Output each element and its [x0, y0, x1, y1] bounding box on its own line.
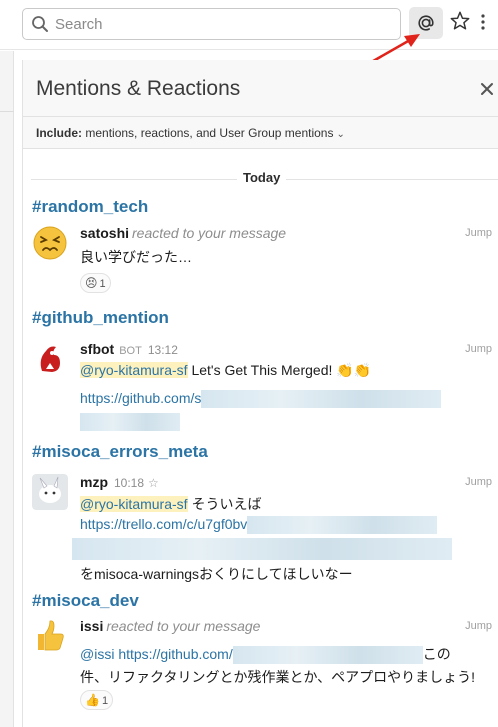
message-line: @issi https://github.com/この: [80, 644, 451, 665]
mentions-button[interactable]: [409, 7, 443, 39]
starred-button[interactable]: [449, 10, 473, 36]
mention-item[interactable]: issi reacted to your message Jump @issi h…: [32, 618, 498, 718]
reaction-pill[interactable]: 👍 1: [80, 690, 114, 710]
message-text: 良い学びだった…: [80, 249, 192, 265]
chevron-down-icon: ⌄: [336, 129, 345, 140]
message-line: @ryo-kitamura-sf そういえば: [80, 494, 261, 514]
at-sign-icon: [418, 15, 434, 31]
user-name[interactable]: mzp: [80, 474, 108, 490]
channel-link-random-tech[interactable]: #random_tech: [32, 197, 148, 217]
top-bar: Search: [0, 0, 498, 50]
redacted-text: [72, 538, 452, 560]
reaction-count: 1: [101, 695, 109, 707]
redacted-text: [80, 413, 180, 432]
message-link[interactable]: https://github.com/s: [80, 390, 201, 406]
user-name[interactable]: issi: [80, 618, 103, 634]
day-label: Today: [237, 170, 287, 185]
search-input[interactable]: Search: [22, 8, 401, 40]
user-mention[interactable]: @ryo-kitamura-sf: [80, 362, 188, 378]
user-mention[interactable]: @issi: [80, 646, 114, 662]
message-text: そういえば: [191, 496, 262, 512]
reaction-action: reacted to your message: [132, 225, 287, 241]
thumbs-up-icon: 👍: [85, 693, 100, 707]
search-icon: [32, 16, 48, 32]
filter-value: mentions, reactions, and User Group ment…: [85, 126, 334, 140]
redacted-text: [201, 390, 442, 409]
mention-item[interactable]: mzp 10:18 ☆ Jump @ryo-kitamura-sf そういえば ht…: [32, 474, 498, 584]
user-name[interactable]: satoshi: [80, 225, 129, 241]
filter-label: Include:: [36, 126, 83, 140]
jump-link[interactable]: Jump: [465, 227, 492, 239]
message-text: この: [422, 646, 451, 662]
user-mention[interactable]: @ryo-kitamura-sf: [80, 496, 188, 512]
more-options-button[interactable]: [480, 10, 494, 36]
avatar: [32, 474, 68, 510]
redacted-text: [247, 516, 438, 535]
bot-badge: BOT: [119, 345, 142, 357]
message-link-line-2: [80, 413, 180, 432]
search-placeholder: Search: [55, 16, 103, 33]
jump-link[interactable]: Jump: [465, 343, 492, 355]
message-text: Let's Get This Merged!: [191, 362, 333, 378]
timestamp[interactable]: 13:12: [148, 343, 178, 357]
main-area-edge: [0, 51, 14, 727]
message-link-line-2: [72, 538, 452, 560]
persevering-face-icon: 😣: [85, 276, 98, 290]
reaction-action: reacted to your message: [106, 618, 261, 634]
include-filter[interactable]: Include: mentions, reactions, and User G…: [23, 117, 498, 149]
message-link[interactable]: https://trello.com/c/u7gf0bv: [80, 516, 247, 532]
message-line: @ryo-kitamura-sf Let's Get This Merged! …: [80, 362, 371, 379]
star-icon: [450, 11, 470, 30]
clapping-hands-icon: 👏👏: [336, 362, 372, 378]
panel-title: Mentions & Reactions: [36, 77, 241, 100]
channel-link-misoca-errors-meta[interactable]: #misoca_errors_meta: [32, 442, 208, 462]
mentions-panel: Mentions & Reactions Include: mentions, …: [22, 60, 498, 727]
jump-link[interactable]: Jump: [465, 476, 492, 488]
mention-item[interactable]: sfbot BOT 13:12 Jump @ryo-kitamura-sf Let'…: [32, 341, 498, 432]
message-link-line: https://github.com/s: [80, 390, 442, 409]
message-link-line: https://trello.com/c/u7gf0bv: [80, 516, 438, 535]
channel-link-misoca-dev[interactable]: #misoca_dev: [32, 591, 139, 611]
timestamp[interactable]: 10:18: [114, 476, 144, 490]
avatar: [38, 620, 64, 651]
avatar: [32, 341, 68, 377]
panel-header: Mentions & Reactions: [23, 60, 498, 117]
reaction-count: 1: [99, 278, 106, 290]
jump-link[interactable]: Jump: [465, 620, 492, 632]
message-link[interactable]: https://github.com/: [118, 646, 232, 662]
avatar: [33, 226, 67, 260]
star-icon[interactable]: ☆: [148, 476, 159, 490]
channel-link-github-mention[interactable]: #github_mention: [32, 308, 169, 328]
message-text-line-2: 件、リファクタリングとか残作業とか、ペアプロやりましょう!: [80, 669, 476, 685]
mention-item[interactable]: satoshi reacted to your message Jump 良い学び…: [32, 225, 498, 297]
user-name[interactable]: sfbot: [80, 341, 114, 357]
message-text-tail: をmisoca-warningsおくりにしてほしいなー: [80, 566, 353, 582]
day-divider: Today: [23, 170, 498, 188]
close-icon[interactable]: [478, 80, 496, 98]
vertical-ellipsis-icon: [481, 14, 485, 30]
redacted-text: [232, 646, 423, 665]
reaction-pill[interactable]: 😣 1: [80, 273, 111, 293]
